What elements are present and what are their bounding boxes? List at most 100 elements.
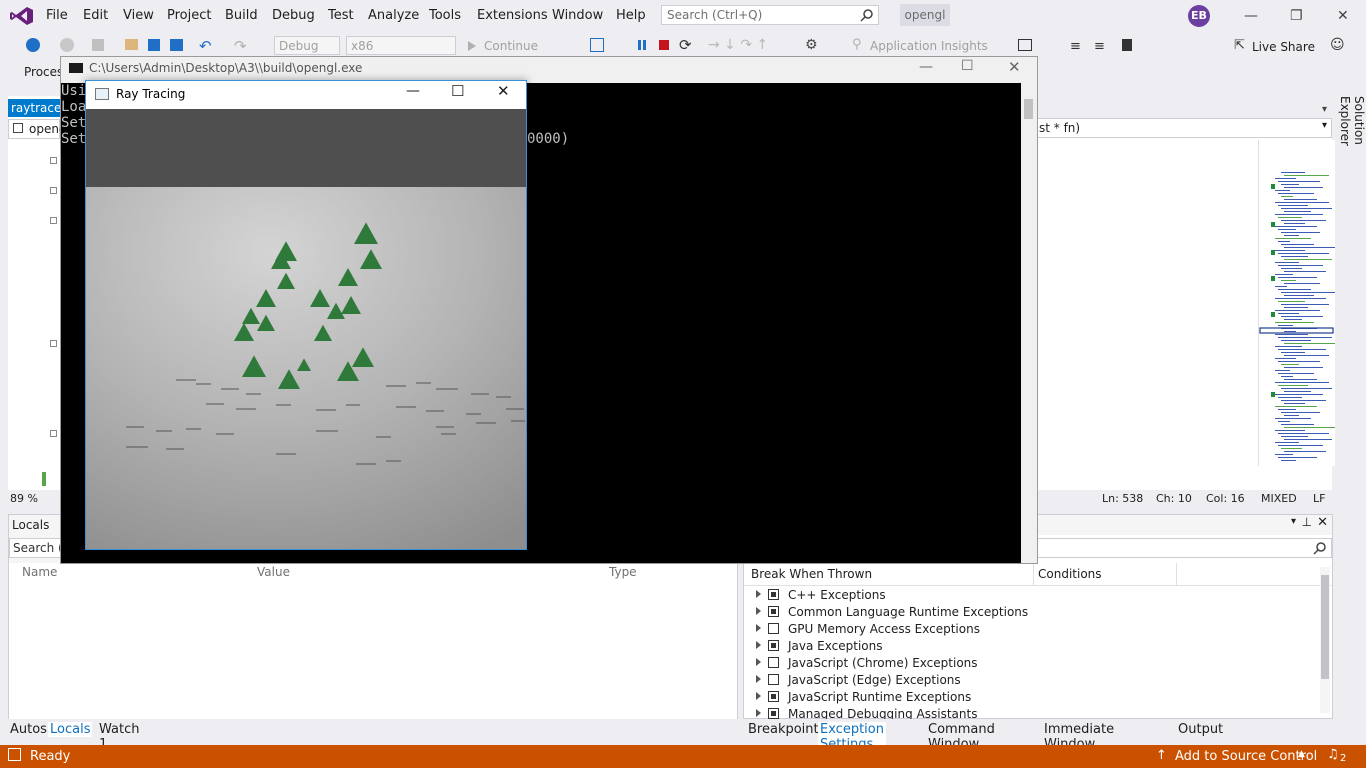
tab-locals[interactable]: Locals xyxy=(48,722,93,737)
bookmark-icon[interactable] xyxy=(1122,39,1132,51)
maximize-icon[interactable]: ☐ xyxy=(961,58,974,74)
navigate-forward-icon[interactable] xyxy=(60,38,74,52)
code-minimap[interactable] xyxy=(1258,140,1338,466)
open-file-icon[interactable] xyxy=(125,39,138,50)
feedback-icon[interactable]: ☺ xyxy=(1330,37,1345,53)
notification-bell-icon[interactable]: ♫ xyxy=(1327,747,1339,762)
exception-row[interactable]: Java Exceptions xyxy=(744,638,1322,655)
continue-button[interactable]: Continue xyxy=(484,39,538,53)
close-icon[interactable]: ✕ xyxy=(1008,58,1021,76)
hot-reload-icon[interactable]: ⚙ xyxy=(805,37,818,53)
tab-output[interactable]: Output xyxy=(1176,722,1225,737)
column-header-type[interactable]: Type xyxy=(609,565,637,579)
ray-tracing-window[interactable]: Ray Tracing — ☐ ✕ xyxy=(85,80,527,550)
exception-checkbox[interactable] xyxy=(768,606,779,617)
column-header-value[interactable]: Value xyxy=(257,565,290,579)
menu-analyze[interactable]: Analyze xyxy=(368,8,419,23)
exception-row[interactable]: C++ Exceptions xyxy=(744,587,1322,604)
navigate-back-icon[interactable] xyxy=(26,38,40,52)
close-icon[interactable]: ✕ xyxy=(497,82,510,100)
menu-build[interactable]: Build xyxy=(225,8,258,23)
menu-window[interactable]: Window xyxy=(552,8,603,23)
column-divider[interactable] xyxy=(1176,563,1177,585)
undo-icon[interactable]: ↶ xyxy=(199,37,212,55)
zoom-level[interactable]: 89 % xyxy=(10,492,38,505)
outdent-icon[interactable]: ≡ xyxy=(1094,39,1105,54)
exception-row[interactable]: Managed Debugging Assistants xyxy=(744,706,1322,719)
expand-triangle-icon[interactable] xyxy=(756,692,761,700)
eol-indicator[interactable]: LF xyxy=(1313,492,1325,505)
chevron-down-icon[interactable]: ▾ xyxy=(1322,104,1327,115)
exception-checkbox[interactable] xyxy=(768,674,779,685)
exception-checkbox[interactable] xyxy=(768,708,779,719)
exception-checkbox[interactable] xyxy=(768,623,779,634)
chevron-down-icon[interactable]: ▾ xyxy=(1291,516,1296,527)
minimize-icon[interactable]: — xyxy=(406,83,420,99)
continue-play-icon[interactable] xyxy=(468,41,476,51)
save-all-icon[interactable] xyxy=(170,39,183,51)
menu-tools[interactable]: Tools xyxy=(429,8,461,23)
menu-edit[interactable]: Edit xyxy=(83,8,108,23)
column-header-conditions[interactable]: Conditions xyxy=(1038,567,1102,581)
indent-icon[interactable]: ≡ xyxy=(1070,39,1081,54)
process-icon[interactable] xyxy=(590,38,604,52)
exception-checkbox[interactable] xyxy=(768,691,779,702)
close-icon[interactable]: ✕ xyxy=(1337,8,1349,24)
tab-raytracer[interactable]: raytracer xyxy=(8,99,62,117)
column-divider[interactable] xyxy=(1033,563,1034,585)
exception-row[interactable]: GPU Memory Access Exceptions xyxy=(744,621,1322,638)
minimize-icon[interactable]: — xyxy=(919,59,933,75)
expand-triangle-icon[interactable] xyxy=(756,641,761,649)
expand-triangle-icon[interactable] xyxy=(756,590,761,598)
pin-icon[interactable]: ⊥ xyxy=(1302,515,1312,529)
live-share-button[interactable]: Live Share xyxy=(1252,40,1315,54)
project-combo[interactable]: openg xyxy=(8,119,67,139)
collapse-marker[interactable] xyxy=(50,187,57,194)
user-avatar[interactable]: EB xyxy=(1188,5,1210,27)
stop-icon[interactable] xyxy=(659,40,669,50)
scrollbar-thumb[interactable] xyxy=(1024,99,1033,119)
exception-row[interactable]: Common Language Runtime Exceptions xyxy=(744,604,1322,621)
exception-row[interactable]: JavaScript (Chrome) Exceptions xyxy=(744,655,1322,672)
menu-help[interactable]: Help xyxy=(616,8,646,23)
application-insights-button[interactable]: Application Insights xyxy=(870,39,988,53)
collapse-marker[interactable] xyxy=(50,340,57,347)
expand-triangle-icon[interactable] xyxy=(756,709,761,717)
scrollbar-thumb[interactable] xyxy=(1321,575,1329,679)
menu-file[interactable]: File xyxy=(46,8,68,23)
pause-icon[interactable] xyxy=(638,40,641,50)
tab-breakpoints[interactable]: Breakpoints xyxy=(746,722,827,737)
collapse-marker[interactable] xyxy=(50,430,57,437)
expand-triangle-icon[interactable] xyxy=(756,675,761,683)
menu-debug[interactable]: Debug xyxy=(272,8,315,23)
exception-row[interactable]: JavaScript (Edge) Exceptions xyxy=(744,672,1322,689)
save-icon[interactable] xyxy=(148,39,160,51)
menu-extensions[interactable]: Extensions xyxy=(477,8,548,23)
search-box[interactable]: Search (Ctrl+Q) xyxy=(661,5,879,25)
column-header-break[interactable]: Break When Thrown xyxy=(751,567,872,581)
exception-checkbox[interactable] xyxy=(768,640,779,651)
exception-checkbox[interactable] xyxy=(768,657,779,668)
collapse-marker[interactable] xyxy=(50,217,57,224)
live-share-icon[interactable]: ⇱ xyxy=(1234,38,1245,53)
close-icon[interactable]: ✕ xyxy=(1317,515,1328,530)
redo-icon[interactable]: ↷ xyxy=(234,37,247,55)
expand-triangle-icon[interactable] xyxy=(756,607,761,615)
exception-row[interactable]: JavaScript Runtime Exceptions xyxy=(744,689,1322,706)
step-icons[interactable]: → ↓ ↷ ↑ xyxy=(708,37,768,53)
restore-icon[interactable]: ❐ xyxy=(1290,8,1303,24)
menu-project[interactable]: Project xyxy=(167,8,211,23)
collapse-marker[interactable] xyxy=(50,157,57,164)
minimize-icon[interactable]: — xyxy=(1244,8,1258,24)
member-combo[interactable]: st * fn) ▾ xyxy=(1036,118,1332,138)
eol-mixed-indicator[interactable]: MIXED xyxy=(1261,492,1297,505)
platform-dropdown[interactable]: x86 xyxy=(346,36,456,55)
solution-explorer-tab[interactable]: Solution Explorer xyxy=(1334,96,1366,196)
solution-config-dropdown[interactable]: Debug xyxy=(274,36,340,55)
column-header-name[interactable]: Name xyxy=(22,565,57,579)
breakpoint-window-icon[interactable] xyxy=(1018,39,1032,51)
new-project-icon[interactable] xyxy=(92,39,104,51)
expand-triangle-icon[interactable] xyxy=(756,624,761,632)
tab-autos[interactable]: Autos xyxy=(8,722,49,737)
add-to-source-control[interactable]: Add to Source Control xyxy=(1175,749,1317,764)
